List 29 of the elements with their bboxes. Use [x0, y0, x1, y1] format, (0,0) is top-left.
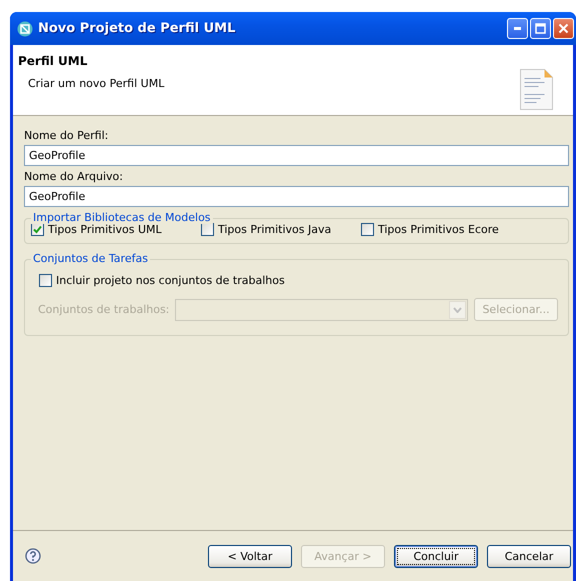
dialog-button[interactable]: Cancelar: [487, 544, 571, 568]
field-label: Conjuntos de trabalhos:: [38, 303, 170, 316]
dialog-button[interactable]: Concluir: [394, 544, 478, 568]
field-label: Nome do Perfil:: [24, 129, 110, 142]
close-icon: [558, 23, 569, 34]
checkbox[interactable]: [201, 223, 214, 236]
text-field[interactable]: GeoProfile: [24, 186, 569, 207]
checkbox[interactable]: [361, 223, 374, 236]
window-title: Novo Projeto de Perfil UML: [38, 21, 236, 36]
maximize-icon: [535, 23, 546, 34]
page-description: Criar um novo Perfil UML: [28, 77, 164, 90]
app-icon: [17, 20, 33, 36]
checkbox-label: Tipos Primitivos Java: [218, 223, 332, 236]
close-button[interactable]: [553, 18, 574, 39]
text-field[interactable]: GeoProfile: [24, 145, 569, 166]
checkbox-label: Tipos Primitivos UML: [48, 223, 162, 236]
checkbox-label: Incluir projeto nos conjuntos de trabalhos: [56, 274, 285, 287]
maximize-button[interactable]: [530, 18, 551, 39]
field-label: Nome do Arquivo:: [24, 170, 124, 183]
help-icon[interactable]: [25, 548, 41, 564]
minimize-icon: [514, 27, 521, 30]
checkbox[interactable]: [31, 223, 44, 236]
checkbox-label: Tipos Primitivos Ecore: [378, 223, 499, 236]
dialog-button[interactable]: < Voltar: [208, 544, 292, 568]
page-title: Perfil UML: [18, 54, 88, 68]
group-title: Importar Bibliotecas de Modelos: [31, 211, 213, 224]
group-title: Conjuntos de Tarefas: [31, 252, 150, 265]
minimize-button[interactable]: [507, 18, 528, 39]
document-icon: [520, 69, 553, 110]
